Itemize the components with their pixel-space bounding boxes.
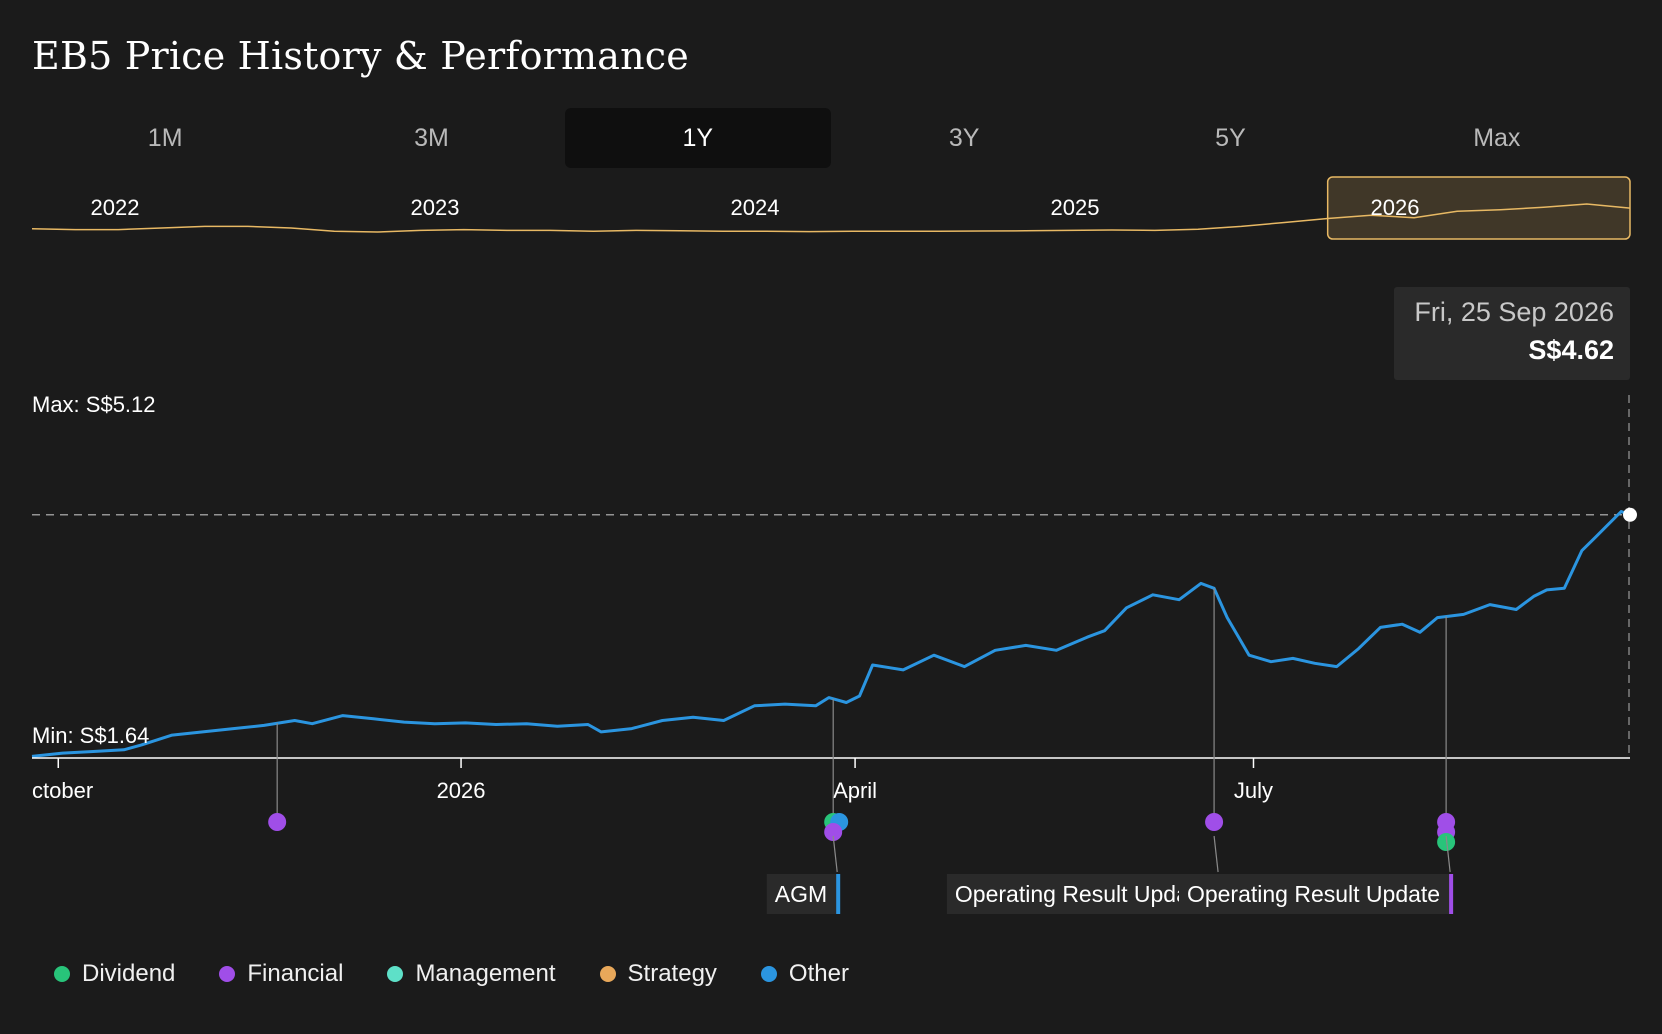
event-label[interactable]: AGM [775, 881, 827, 907]
x-tick-label: 2026 [437, 778, 486, 803]
legend-financial[interactable]: Financial [219, 960, 343, 988]
legend: Dividend Financial Management Strategy O… [54, 960, 893, 988]
legend-strategy[interactable]: Strategy [599, 960, 717, 988]
chart-guides [32, 395, 1630, 758]
financial-dot-icon [219, 966, 236, 982]
other-dot-icon [760, 966, 777, 982]
event-label[interactable]: Operating Result Update [1187, 881, 1440, 907]
max-price-label: Max: S$5.12 [32, 392, 156, 417]
x-tick-label: April [833, 778, 877, 803]
hover-tooltip: Fri, 25 Sep 2026 S$4.62 [1394, 287, 1630, 380]
legend-management[interactable]: Management [387, 960, 556, 988]
price-line-group[interactable] [31, 507, 1637, 758]
x-tick-label: ctober [32, 778, 93, 803]
legend-label: Financial [247, 960, 344, 987]
event-markers[interactable]: AGM Operating Result UpdateOperating Resu… [268, 588, 1456, 914]
event-connector [1213, 835, 1219, 873]
legend-label: Strategy [627, 960, 717, 987]
event-category-bar [1449, 874, 1454, 914]
strategy-dot-icon [599, 966, 616, 982]
tooltip-price: S$4.62 [1528, 335, 1614, 365]
current-point-marker[interactable] [1623, 507, 1637, 522]
tooltip-date: Fri, 25 Sep 2026 [1414, 297, 1614, 327]
financial-event-dot[interactable] [1205, 813, 1224, 831]
event-connector [832, 835, 838, 873]
event-label[interactable]: Operating Result Update [955, 881, 1208, 907]
price-chart[interactable]: 2022 2023 2024 2025 2026 ctober 2026 April July… [0, 0, 1662, 1034]
dividend-dot-icon [54, 966, 70, 982]
legend-label: Dividend [82, 960, 176, 987]
legend-label: Management [415, 960, 556, 987]
legend-label: Other [788, 960, 849, 987]
event-category-bar [836, 874, 841, 914]
legend-dividend[interactable]: Dividend [54, 960, 175, 988]
navigator-year-label: 2023 [411, 195, 460, 220]
legend-other[interactable]: Other [760, 960, 849, 988]
x-tick-label: July [1234, 778, 1273, 803]
min-price-label: Min: S$1.64 [32, 723, 149, 748]
management-dot-icon [387, 966, 404, 982]
x-axis: ctober 2026 April July [32, 757, 1630, 803]
navigator-year-label: 2024 [731, 195, 780, 220]
navigator-year-label: 2025 [1051, 195, 1100, 220]
dividend-event-dot[interactable] [1437, 833, 1456, 851]
financial-event-dot[interactable] [268, 813, 287, 831]
navigator[interactable]: 2022 2023 2024 2025 2026 [31, 176, 1631, 240]
navigator-year-label: 2026 [1371, 195, 1420, 220]
navigator-year-label: 2022 [91, 195, 140, 220]
price-line[interactable] [31, 510, 1631, 758]
